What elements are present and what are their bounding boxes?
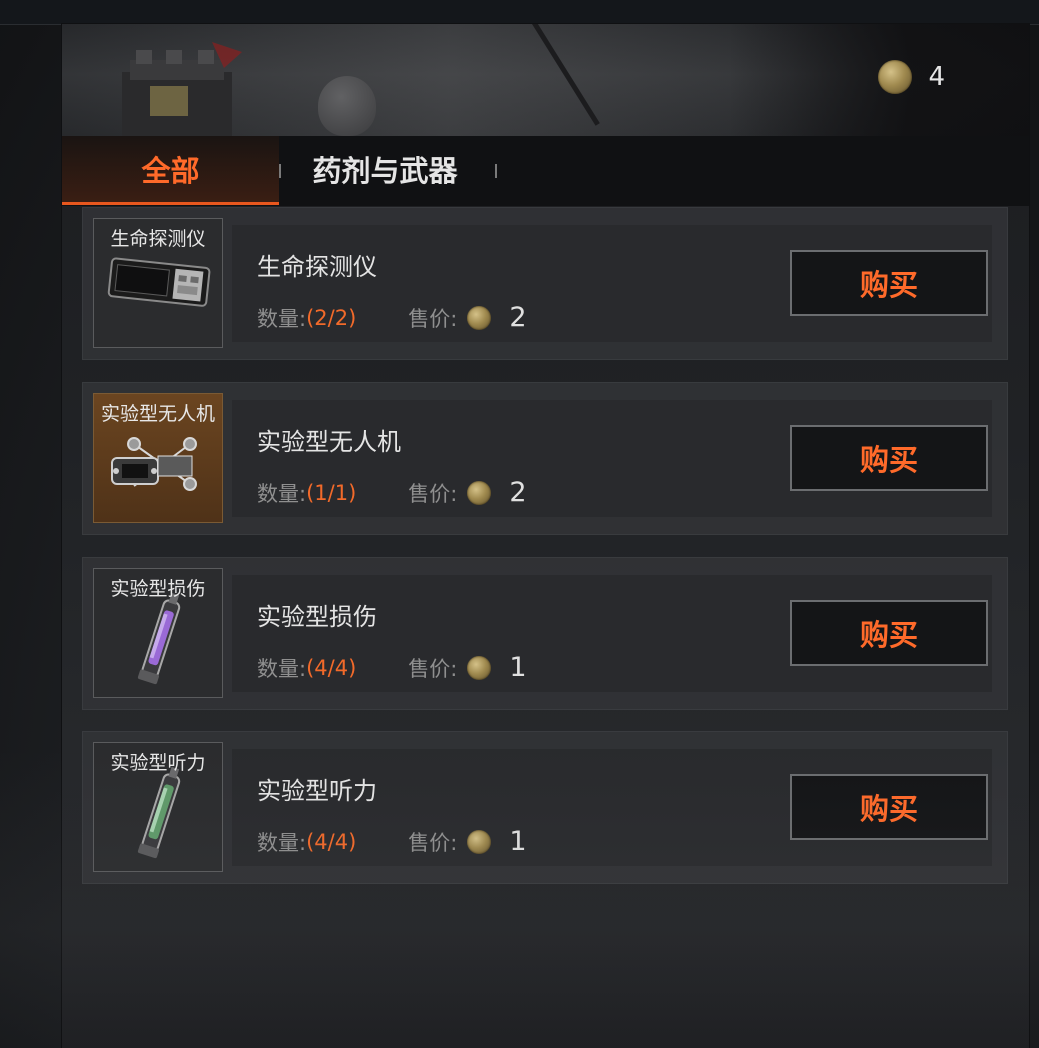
item-stats: 数量: (4/4) 售价: 1 <box>257 652 527 683</box>
quantity-label: 数量: <box>257 306 307 331</box>
tab-divider <box>495 164 497 178</box>
coin-icon <box>878 60 913 94</box>
tab-all[interactable]: 全部 <box>62 136 279 205</box>
quantity-value: (4/4) <box>306 655 357 680</box>
price-label: 售价: <box>408 830 458 855</box>
item-stats: 数量: (1/1) 售价: 2 <box>257 477 527 508</box>
thumbnail-label: 实验型无人机 <box>100 403 215 425</box>
currency-display: 4 <box>878 60 945 94</box>
shop-item: 生命探测仪 生命探测仪 数量: (2/2) 售价: 2 购买 <box>82 207 1008 360</box>
tab-bar: 全部 药剂与武器 <box>62 136 1029 206</box>
quantity-label: 数量: <box>257 481 307 506</box>
coin-icon <box>467 829 492 854</box>
item-name: 实验型损伤 <box>257 603 377 631</box>
buy-button[interactable]: 购买 <box>790 250 988 316</box>
thumbnail-label: 实验型损伤 <box>110 578 206 600</box>
thumbnail-label: 生命探测仪 <box>110 228 206 250</box>
quantity-value: (1/1) <box>306 480 357 505</box>
price-value: 1 <box>509 826 527 857</box>
shop-item: 实验型无人机 实验型无人机 数量: (1/1) 售价: 2 购买 <box>82 382 1008 535</box>
price-value: 2 <box>509 477 527 508</box>
tab-potions-weapons[interactable]: 药剂与武器 <box>300 136 470 202</box>
balloon-illustration <box>318 76 376 136</box>
item-name: 实验型听力 <box>257 777 377 805</box>
price-label: 售价: <box>408 656 458 681</box>
price-value: 2 <box>509 302 527 333</box>
shop-panel: 4 全部 药剂与武器 生命探测仪 生命探测仪 数量: (2/2) 售价: 2 购… <box>62 24 1029 1048</box>
quantity-value: (2/2) <box>306 305 357 330</box>
coin-icon <box>467 655 492 680</box>
thumbnail-label: 实验型听力 <box>110 752 206 774</box>
shop-item: 实验型损伤 实验型损伤 数量: (4/4) 售价: 1 购买 <box>82 557 1008 710</box>
item-thumbnail[interactable]: 生命探测仪 <box>93 218 223 348</box>
item-stats: 数量: (4/4) 售价: 1 <box>257 826 527 857</box>
price-label: 售价: <box>408 481 458 506</box>
item-name: 实验型无人机 <box>257 428 401 456</box>
quantity-value: (4/4) <box>306 829 357 854</box>
coin-icon <box>467 305 492 330</box>
item-thumbnail[interactable]: 实验型损伤 <box>93 568 223 698</box>
fortress-illustration <box>122 42 242 136</box>
buy-button[interactable]: 购买 <box>790 600 988 666</box>
shop-banner: 4 <box>62 24 1029 136</box>
quantity-label: 数量: <box>257 830 307 855</box>
price-value: 1 <box>509 652 527 683</box>
item-thumbnail[interactable]: 实验型听力 <box>93 742 223 872</box>
tab-divider <box>279 164 281 178</box>
top-bar <box>0 0 1039 25</box>
buy-button[interactable]: 购买 <box>790 425 988 491</box>
shop-item: 实验型听力 实验型听力 数量: (4/4) 售价: 1 购买 <box>82 731 1008 884</box>
quantity-label: 数量: <box>257 656 307 681</box>
price-label: 售价: <box>408 306 458 331</box>
buy-button[interactable]: 购买 <box>790 774 988 840</box>
item-name: 生命探测仪 <box>257 253 377 281</box>
coin-icon <box>467 480 492 505</box>
item-thumbnail[interactable]: 实验型无人机 <box>93 393 223 523</box>
currency-count: 4 <box>928 62 945 92</box>
item-stats: 数量: (2/2) 售价: 2 <box>257 302 527 333</box>
